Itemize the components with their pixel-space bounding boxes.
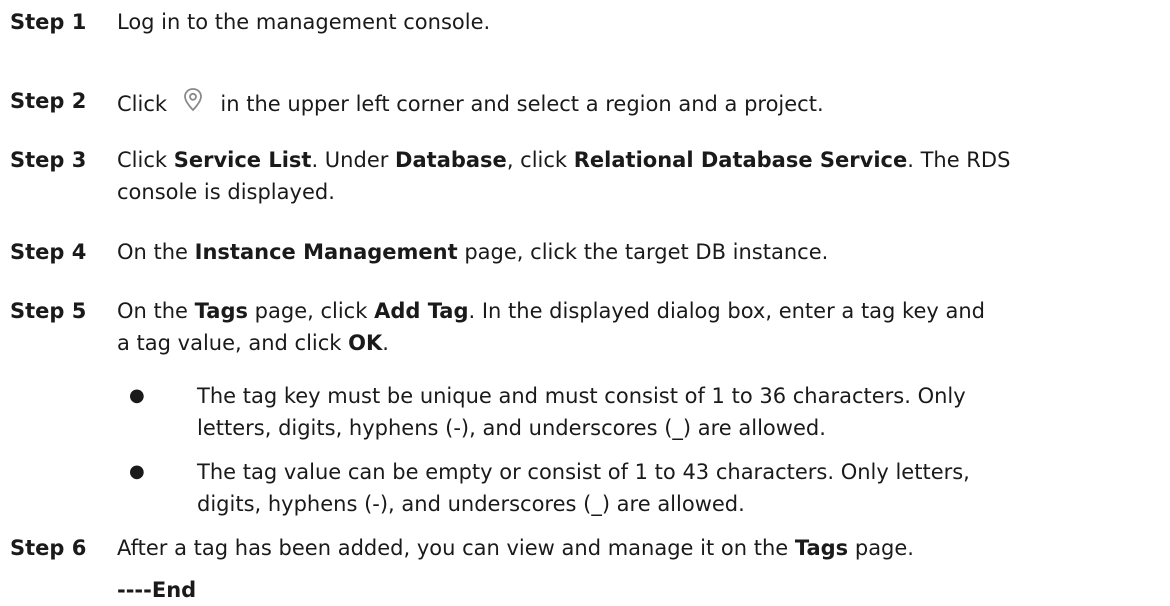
step-text-pre: Click	[117, 92, 168, 116]
text: On the	[117, 240, 195, 264]
document-page: Step 1 Log in to the management console.…	[0, 0, 1170, 606]
step-text: Click Service List. Under Database, clic…	[117, 144, 1157, 208]
text: page.	[848, 536, 914, 560]
instance-management-term: Instance Management	[194, 240, 458, 264]
step-label: Step 5	[10, 299, 87, 323]
step-label: Step 4	[10, 240, 87, 264]
add-tag-term: Add Tag	[374, 299, 469, 323]
text: a tag value, and click	[117, 331, 349, 355]
bullet-line: digits, hyphens (-), and underscores (_)…	[197, 492, 745, 516]
step-text-post: in the upper left corner and select a re…	[220, 92, 824, 116]
bullet-line: letters, digits, hyphens (-), and unders…	[197, 416, 826, 440]
service-list-term: Service List	[173, 148, 312, 172]
step-label: Step 6	[10, 536, 87, 560]
text: page, click	[247, 299, 375, 323]
step-text-line: console is displayed.	[117, 180, 335, 204]
step-text: Log in to the management console.	[117, 6, 1157, 38]
step-label: Step 3	[10, 148, 87, 172]
step-text: On the Instance Management page, click t…	[117, 236, 1157, 268]
tags-term: Tags	[794, 536, 849, 560]
step-text: Click in the upper left corner and selec…	[117, 85, 1157, 120]
text: Click	[117, 148, 174, 172]
database-term: Database	[395, 148, 507, 172]
text: After a tag has been added, you can view…	[117, 536, 795, 560]
ok-term: OK	[348, 331, 383, 355]
text: page, click the target DB instance.	[457, 240, 829, 264]
text: . The RDS	[907, 148, 1011, 172]
bullet-dot-icon: ●	[129, 461, 145, 482]
location-pin-icon	[183, 88, 202, 112]
text: , click	[506, 148, 574, 172]
bullet-line: The tag value can be empty or consist of…	[197, 460, 970, 484]
end-marker: ----End	[117, 578, 197, 602]
step-label: Step 2	[10, 89, 87, 113]
rds-term: Relational Database Service	[573, 148, 908, 172]
text: On the	[117, 299, 195, 323]
bullet-line: The tag key must be unique and must cons…	[197, 384, 966, 408]
step-text: On the Tags page, click Add Tag. In the …	[117, 295, 1157, 359]
tags-term: Tags	[194, 299, 248, 323]
text: . Under	[311, 148, 396, 172]
step-label: Step 1	[10, 10, 87, 34]
step-text-line: Log in to the management console.	[117, 10, 491, 34]
text: .	[382, 331, 389, 355]
step-text: After a tag has been added, you can view…	[117, 532, 1157, 564]
text: . In the displayed dialog box, enter a t…	[468, 299, 985, 323]
bullet-dot-icon: ●	[129, 385, 145, 406]
